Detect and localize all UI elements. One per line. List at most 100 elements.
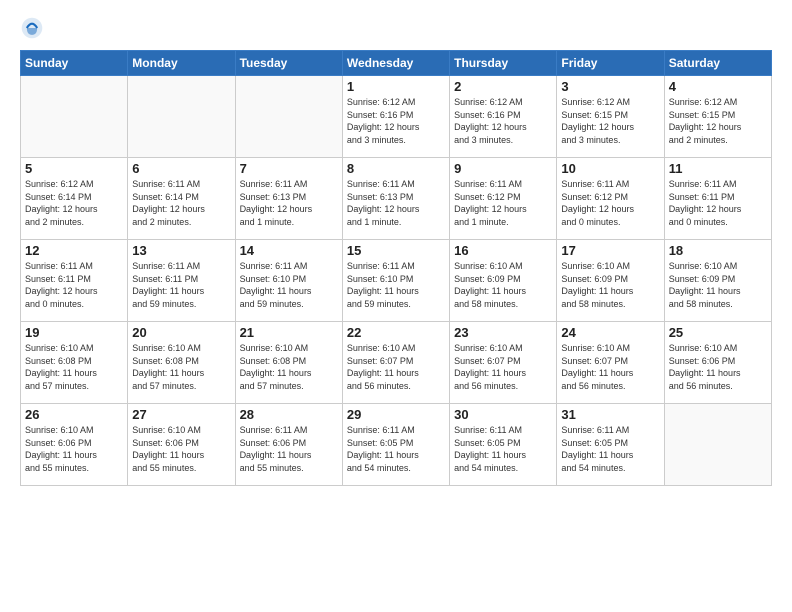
calendar-week: 19 Sunrise: 6:10 AM Sunset: 6:08 PM Dayli… (21, 322, 772, 404)
weekday-header: Wednesday (342, 51, 449, 76)
day-number: 28 (240, 407, 338, 422)
day-info: Sunrise: 6:11 AM Sunset: 6:10 PM Dayligh… (240, 260, 338, 310)
day-info: Sunrise: 6:11 AM Sunset: 6:13 PM Dayligh… (240, 178, 338, 228)
day-number: 15 (347, 243, 445, 258)
header (20, 16, 772, 40)
calendar-cell: 10Sunrise: 6:11 AM Sunset: 6:12 PM Dayli… (557, 158, 664, 240)
day-number: 23 (454, 325, 552, 340)
calendar-cell (664, 404, 771, 486)
calendar-week: 26 Sunrise: 6:10 AM Sunset: 6:06 PM Dayli… (21, 404, 772, 486)
calendar-cell: 24 Sunrise: 6:10 AM Sunset: 6:07 PM Dayli… (557, 322, 664, 404)
day-info: Sunrise: 6:11 AM Sunset: 6:11 PM Dayligh… (132, 260, 230, 310)
day-info: Sunrise: 6:12 AM Sunset: 6:15 PM Dayligh… (561, 96, 659, 146)
calendar-cell: 15 Sunrise: 6:11 AM Sunset: 6:10 PM Dayli… (342, 240, 449, 322)
calendar-cell: 7 Sunrise: 6:11 AM Sunset: 6:13 PM Daylig… (235, 158, 342, 240)
calendar-cell: 30 Sunrise: 6:11 AM Sunset: 6:05 PM Dayli… (450, 404, 557, 486)
calendar-cell: 17 Sunrise: 6:10 AM Sunset: 6:09 PM Dayli… (557, 240, 664, 322)
day-number: 27 (132, 407, 230, 422)
day-info: Sunrise: 6:10 AM Sunset: 6:07 PM Dayligh… (454, 342, 552, 392)
calendar-cell: 1 Sunrise: 6:12 AM Sunset: 6:16 PM Daylig… (342, 76, 449, 158)
calendar-cell (128, 76, 235, 158)
day-info: Sunrise: 6:10 AM Sunset: 6:06 PM Dayligh… (132, 424, 230, 474)
day-info: Sunrise: 6:10 AM Sunset: 6:07 PM Dayligh… (561, 342, 659, 392)
calendar-cell: 29 Sunrise: 6:11 AM Sunset: 6:05 PM Dayli… (342, 404, 449, 486)
day-number: 24 (561, 325, 659, 340)
calendar-cell: 25 Sunrise: 6:10 AM Sunset: 6:06 PM Dayli… (664, 322, 771, 404)
day-info: Sunrise: 6:11 AM Sunset: 6:05 PM Dayligh… (347, 424, 445, 474)
calendar-week: 5 Sunrise: 6:12 AM Sunset: 6:14 PM Daylig… (21, 158, 772, 240)
calendar-cell: 28 Sunrise: 6:11 AM Sunset: 6:06 PM Dayli… (235, 404, 342, 486)
day-number: 8 (347, 161, 445, 176)
day-number: 30 (454, 407, 552, 422)
calendar-cell: 18 Sunrise: 6:10 AM Sunset: 6:09 PM Dayli… (664, 240, 771, 322)
day-number: 21 (240, 325, 338, 340)
day-number: 14 (240, 243, 338, 258)
day-info: Sunrise: 6:11 AM Sunset: 6:05 PM Dayligh… (454, 424, 552, 474)
day-number: 19 (25, 325, 123, 340)
day-info: Sunrise: 6:12 AM Sunset: 6:14 PM Dayligh… (25, 178, 123, 228)
calendar-cell (235, 76, 342, 158)
day-number: 26 (25, 407, 123, 422)
calendar-cell: 6 Sunrise: 6:11 AM Sunset: 6:14 PM Daylig… (128, 158, 235, 240)
day-number: 17 (561, 243, 659, 258)
day-info: Sunrise: 6:10 AM Sunset: 6:06 PM Dayligh… (669, 342, 767, 392)
day-number: 18 (669, 243, 767, 258)
weekday-header: Saturday (664, 51, 771, 76)
day-info: Sunrise: 6:11 AM Sunset: 6:05 PM Dayligh… (561, 424, 659, 474)
day-info: Sunrise: 6:11 AM Sunset: 6:14 PM Dayligh… (132, 178, 230, 228)
day-info: Sunrise: 6:10 AM Sunset: 6:09 PM Dayligh… (454, 260, 552, 310)
calendar-cell: 11Sunrise: 6:11 AM Sunset: 6:11 PM Dayli… (664, 158, 771, 240)
day-number: 2 (454, 79, 552, 94)
day-number: 31 (561, 407, 659, 422)
weekday-row: SundayMondayTuesdayWednesdayThursdayFrid… (21, 51, 772, 76)
day-number: 12 (25, 243, 123, 258)
calendar-table: SundayMondayTuesdayWednesdayThursdayFrid… (20, 50, 772, 486)
calendar-cell: 13Sunrise: 6:11 AM Sunset: 6:11 PM Dayli… (128, 240, 235, 322)
day-info: Sunrise: 6:12 AM Sunset: 6:16 PM Dayligh… (454, 96, 552, 146)
calendar-cell: 14 Sunrise: 6:11 AM Sunset: 6:10 PM Dayli… (235, 240, 342, 322)
day-info: Sunrise: 6:11 AM Sunset: 6:11 PM Dayligh… (25, 260, 123, 310)
day-number: 25 (669, 325, 767, 340)
day-info: Sunrise: 6:11 AM Sunset: 6:12 PM Dayligh… (561, 178, 659, 228)
day-info: Sunrise: 6:11 AM Sunset: 6:06 PM Dayligh… (240, 424, 338, 474)
day-number: 20 (132, 325, 230, 340)
day-info: Sunrise: 6:11 AM Sunset: 6:10 PM Dayligh… (347, 260, 445, 310)
day-number: 29 (347, 407, 445, 422)
day-info: Sunrise: 6:10 AM Sunset: 6:09 PM Dayligh… (669, 260, 767, 310)
calendar-cell: 23 Sunrise: 6:10 AM Sunset: 6:07 PM Dayli… (450, 322, 557, 404)
calendar-cell: 16 Sunrise: 6:10 AM Sunset: 6:09 PM Dayli… (450, 240, 557, 322)
calendar-cell: 26 Sunrise: 6:10 AM Sunset: 6:06 PM Dayli… (21, 404, 128, 486)
calendar-cell: 5 Sunrise: 6:12 AM Sunset: 6:14 PM Daylig… (21, 158, 128, 240)
weekday-header: Tuesday (235, 51, 342, 76)
day-info: Sunrise: 6:10 AM Sunset: 6:06 PM Dayligh… (25, 424, 123, 474)
calendar-cell: 9Sunrise: 6:11 AM Sunset: 6:12 PM Daylig… (450, 158, 557, 240)
calendar-cell: 22Sunrise: 6:10 AM Sunset: 6:07 PM Dayli… (342, 322, 449, 404)
day-number: 1 (347, 79, 445, 94)
calendar-cell: 19 Sunrise: 6:10 AM Sunset: 6:08 PM Dayli… (21, 322, 128, 404)
weekday-header: Friday (557, 51, 664, 76)
day-info: Sunrise: 6:10 AM Sunset: 6:08 PM Dayligh… (25, 342, 123, 392)
day-number: 7 (240, 161, 338, 176)
calendar-week: 1 Sunrise: 6:12 AM Sunset: 6:16 PM Daylig… (21, 76, 772, 158)
calendar-body: 1 Sunrise: 6:12 AM Sunset: 6:16 PM Daylig… (21, 76, 772, 486)
day-number: 6 (132, 161, 230, 176)
day-info: Sunrise: 6:11 AM Sunset: 6:11 PM Dayligh… (669, 178, 767, 228)
calendar-header: SundayMondayTuesdayWednesdayThursdayFrid… (21, 51, 772, 76)
day-number: 9 (454, 161, 552, 176)
logo (20, 16, 48, 40)
calendar-cell: 8 Sunrise: 6:11 AM Sunset: 6:13 PM Daylig… (342, 158, 449, 240)
calendar-cell: 4Sunrise: 6:12 AM Sunset: 6:15 PM Daylig… (664, 76, 771, 158)
day-number: 16 (454, 243, 552, 258)
calendar-cell: 12 Sunrise: 6:11 AM Sunset: 6:11 PM Dayli… (21, 240, 128, 322)
calendar-cell: 27 Sunrise: 6:10 AM Sunset: 6:06 PM Dayli… (128, 404, 235, 486)
calendar-cell: 21 Sunrise: 6:10 AM Sunset: 6:08 PM Dayli… (235, 322, 342, 404)
calendar-week: 12 Sunrise: 6:11 AM Sunset: 6:11 PM Dayli… (21, 240, 772, 322)
calendar-cell: 20Sunrise: 6:10 AM Sunset: 6:08 PM Dayli… (128, 322, 235, 404)
day-number: 5 (25, 161, 123, 176)
day-info: Sunrise: 6:10 AM Sunset: 6:09 PM Dayligh… (561, 260, 659, 310)
day-info: Sunrise: 6:11 AM Sunset: 6:13 PM Dayligh… (347, 178, 445, 228)
day-info: Sunrise: 6:10 AM Sunset: 6:08 PM Dayligh… (240, 342, 338, 392)
day-number: 3 (561, 79, 659, 94)
weekday-header: Monday (128, 51, 235, 76)
day-info: Sunrise: 6:12 AM Sunset: 6:16 PM Dayligh… (347, 96, 445, 146)
